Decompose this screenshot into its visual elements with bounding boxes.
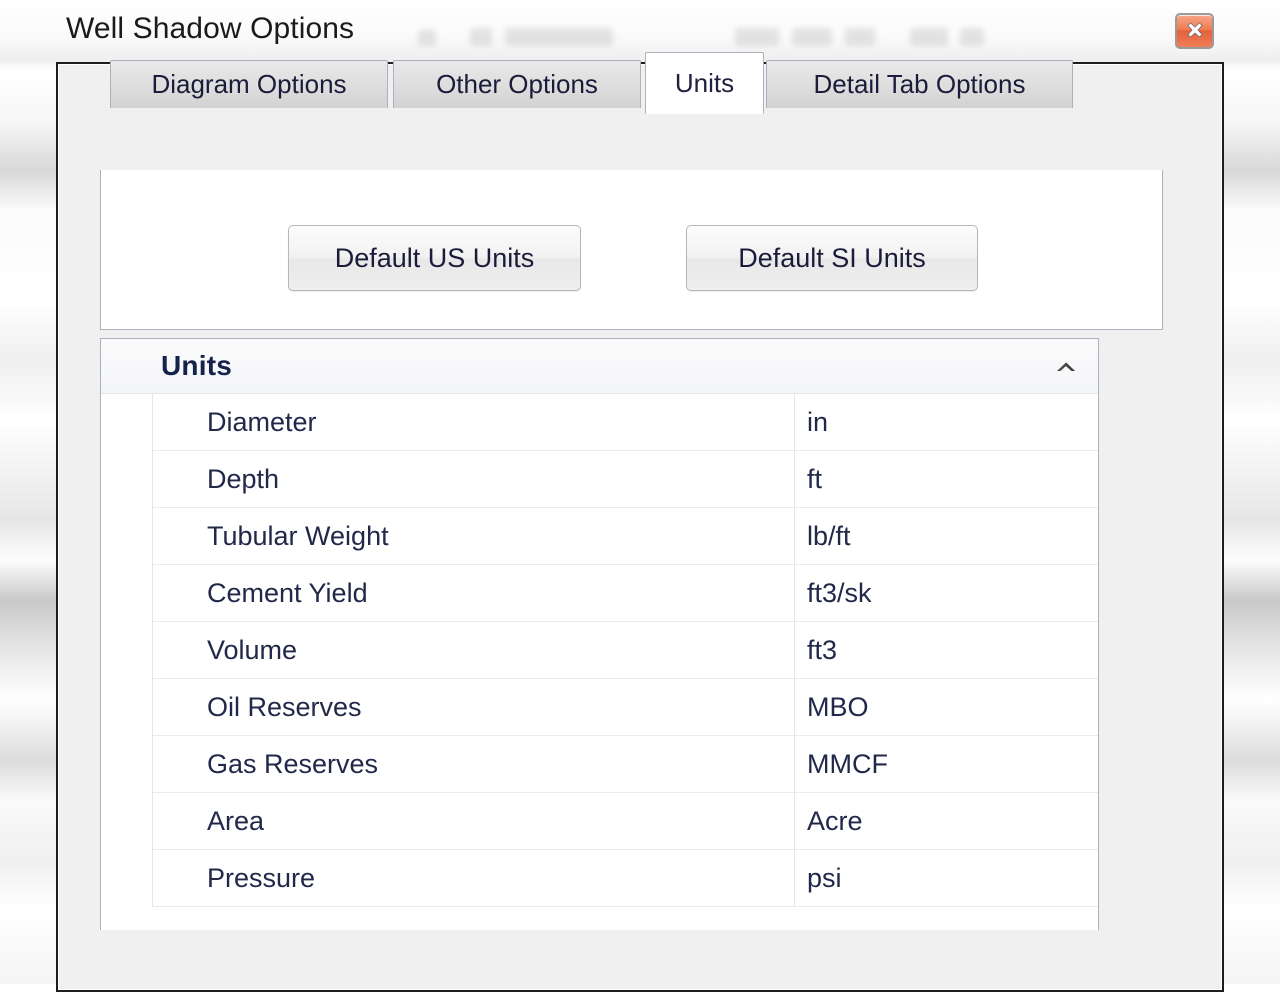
table-row[interactable]: Gas Reserves MMCF [153,736,1098,793]
unit-name-cell: Cement Yield [207,577,368,608]
tab-units[interactable]: Units [645,52,764,114]
blurred-background-text [418,30,436,46]
close-button[interactable] [1175,13,1214,49]
blurred-background-text [910,28,948,46]
unit-value-cell[interactable]: Acre [794,793,1098,849]
tab-other-options[interactable]: Other Options [393,60,641,108]
tab-label: Other Options [436,69,598,99]
table-row[interactable]: Pressure psi [153,850,1098,907]
tab-label: Units [674,67,735,98]
unit-value-cell[interactable]: ft3/sk [794,565,1098,621]
close-x-icon [1187,22,1203,38]
unit-name-cell: Pressure [207,862,316,893]
unit-name-cell: Depth [207,463,280,494]
table-row[interactable]: Volume ft3 [153,622,1098,679]
table-row[interactable]: Cement Yield ft3/sk [153,565,1098,622]
unit-name-cell: Oil Reserves [207,691,362,722]
units-rows-container: Diameter in Depth ft Tubular Weight lb/ft Ceme… [152,394,1098,907]
tab-detail-tab-options[interactable]: Detail Tab Options [766,60,1073,108]
tab-diagram-options[interactable]: Diagram Options [110,60,388,108]
unit-value-cell[interactable]: ft3 [794,622,1098,678]
table-row[interactable]: Depth ft [153,451,1098,508]
table-row[interactable]: Oil Reserves MBO [153,679,1098,736]
unit-value-cell[interactable]: lb/ft [794,508,1098,564]
chevron-up-icon[interactable] [1052,353,1080,381]
blurred-background-text [735,28,779,46]
unit-value-cell[interactable]: MBO [794,679,1098,735]
tab-label: Diagram Options [151,69,347,99]
table-row[interactable]: Tubular Weight lb/ft [153,508,1098,565]
default-si-units-label: Default SI Units [738,242,926,273]
blurred-background-text [845,28,875,46]
default-us-units-label: Default US Units [334,242,535,273]
unit-value-cell[interactable]: psi [794,850,1098,906]
page-title: Well Shadow Options [66,12,355,45]
table-row[interactable]: Area Acre [153,793,1098,850]
unit-name-cell: Area [207,805,265,836]
unit-name-cell: Tubular Weight [207,520,389,551]
default-si-units-button[interactable]: Default SI Units [686,225,978,291]
units-group-title: Units [161,350,232,381]
unit-value-cell[interactable]: MMCF [794,736,1098,792]
blurred-background-text [470,28,492,46]
default-us-units-button[interactable]: Default US Units [288,225,581,291]
unit-value-cell[interactable]: ft [794,451,1098,507]
unit-name-cell: Diameter [207,406,317,437]
units-group-header[interactable]: Units [101,339,1098,394]
unit-name-cell: Volume [207,634,298,665]
blurred-background-text [505,28,613,46]
tab-label: Detail Tab Options [813,69,1026,99]
unit-value-cell[interactable]: in [794,394,1098,450]
grid-empty-area [101,907,1098,930]
tab-strip: Diagram Options Other Options Units Deta… [54,52,1114,114]
unit-name-cell: Gas Reserves [207,748,379,779]
table-row[interactable]: Diameter in [153,394,1098,451]
units-tab-panel: Default US Units Default SI Units [100,170,1163,330]
blurred-background-text [960,28,984,46]
units-property-grid: Units Diameter in Depth ft Tubular Weight lb/… [100,338,1099,930]
blurred-background-text [792,28,832,46]
